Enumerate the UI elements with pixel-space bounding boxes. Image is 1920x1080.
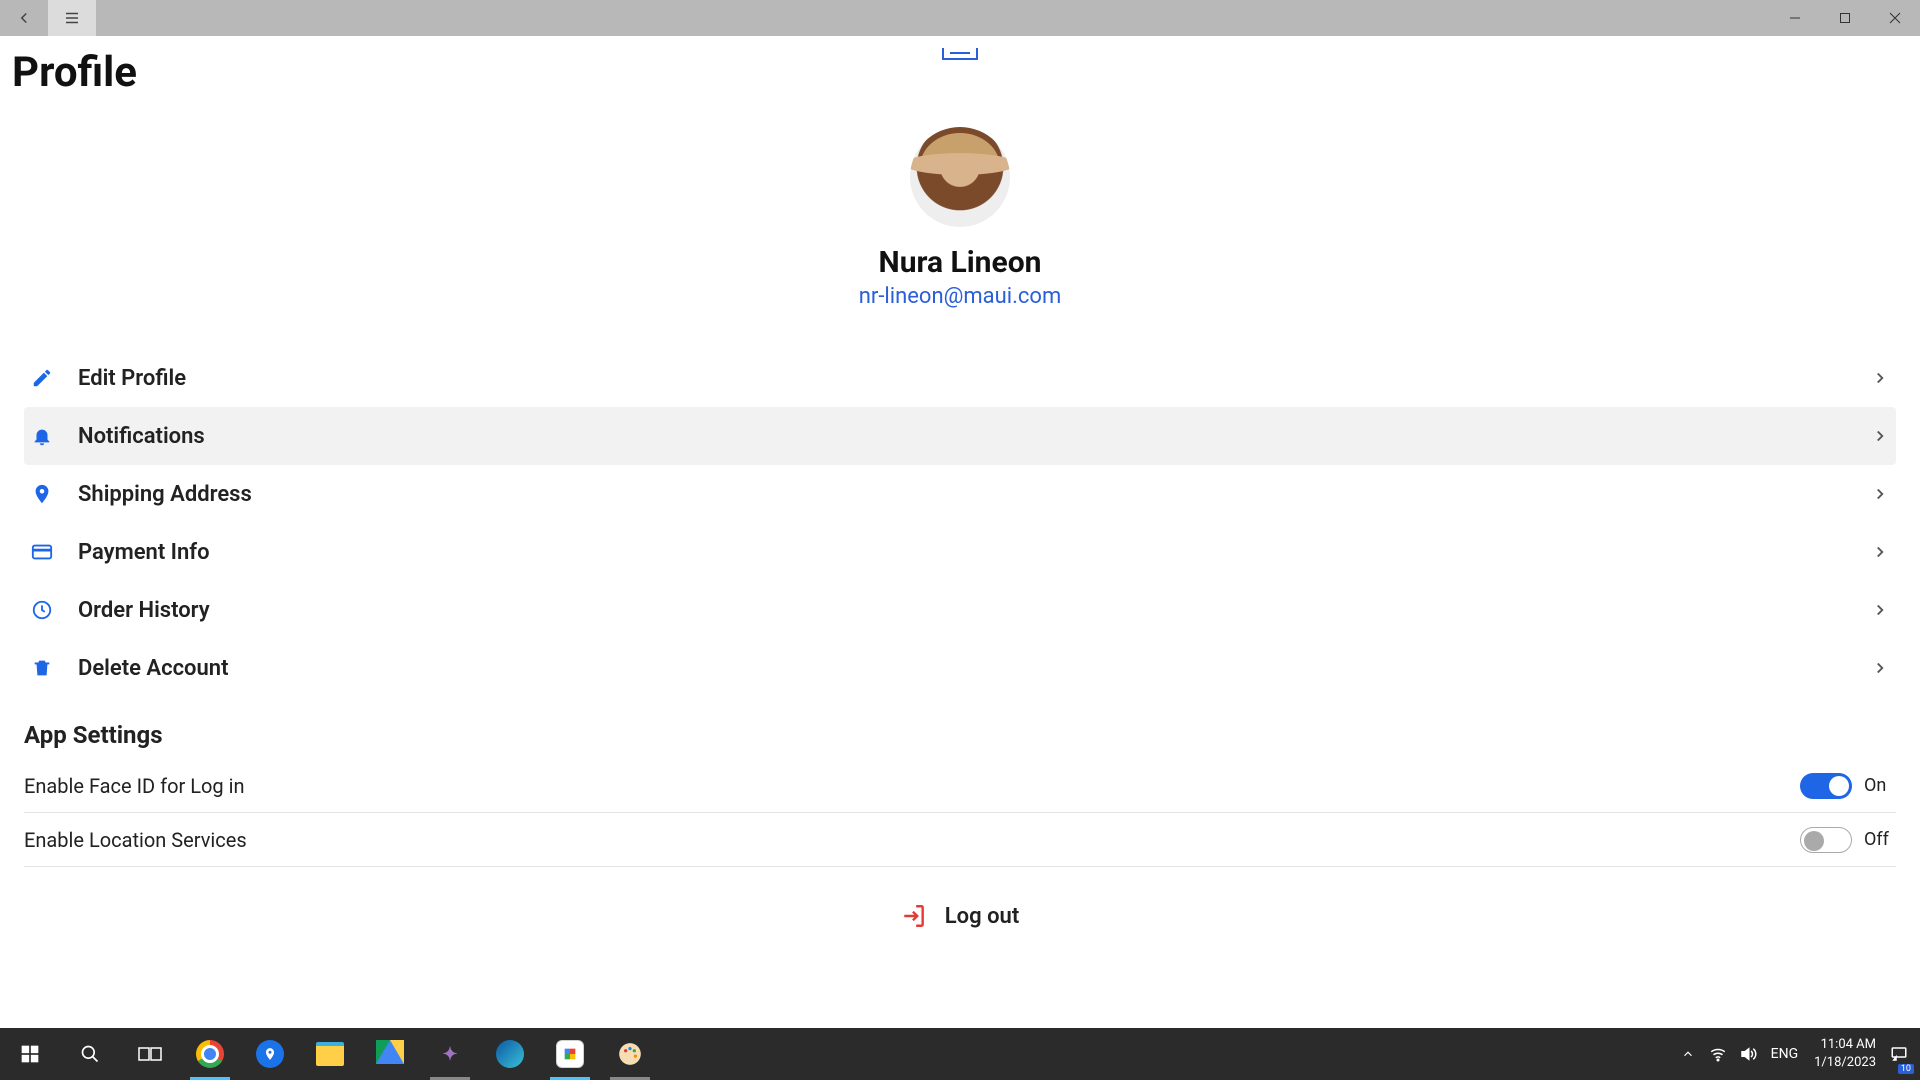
toggle-state-label: On	[1864, 775, 1896, 796]
taskbar: ✦ ENG 11:04 AM 1/18/2023 10	[0, 1028, 1920, 1080]
menu-item-delete-account[interactable]: Delete Account	[24, 639, 1896, 697]
menu-list: Edit Profile Notifications Shipping Addr…	[0, 349, 1920, 697]
taskbar-app-maps[interactable]	[240, 1028, 300, 1080]
clock-date: 1/18/2023	[1814, 1054, 1876, 1072]
action-center-button[interactable]: 10	[1884, 1028, 1914, 1080]
profile-block: Nura Lineon nr-lineon@maui.com	[0, 127, 1920, 309]
wifi-icon[interactable]	[1703, 1028, 1733, 1080]
drag-handle-icon[interactable]	[942, 48, 978, 60]
start-button[interactable]	[0, 1028, 60, 1080]
setting-location-services: Enable Location Services Off	[24, 813, 1896, 867]
tray-chevron-up-icon[interactable]	[1673, 1028, 1703, 1080]
close-button[interactable]	[1870, 0, 1920, 36]
chevron-right-icon	[1868, 366, 1892, 390]
taskbar-app-file-explorer[interactable]	[300, 1028, 360, 1080]
setting-label: Enable Face ID for Log in	[24, 774, 1800, 798]
bell-icon	[28, 422, 56, 450]
menu-item-label: Shipping Address	[78, 482, 1868, 507]
maximize-button[interactable]	[1820, 0, 1870, 36]
language-indicator[interactable]: ENG	[1763, 1046, 1806, 1062]
card-icon	[28, 538, 56, 566]
taskbar-app-visual-studio[interactable]: ✦	[420, 1028, 480, 1080]
menu-item-order-history[interactable]: Order History	[24, 581, 1896, 639]
menu-item-shipping-address[interactable]: Shipping Address	[24, 465, 1896, 523]
menu-item-payment-info[interactable]: Payment Info	[24, 523, 1896, 581]
titlebar-left	[0, 0, 96, 36]
logout-label: Log out	[945, 904, 1019, 929]
hamburger-menu-button[interactable]	[48, 0, 96, 36]
logout-button[interactable]: Log out	[0, 903, 1920, 929]
taskbar-app-chrome[interactable]	[180, 1028, 240, 1080]
chevron-right-icon	[1868, 540, 1892, 564]
taskbar-left: ✦	[0, 1028, 660, 1080]
menu-item-edit-profile[interactable]: Edit Profile	[24, 349, 1896, 407]
location-icon	[28, 480, 56, 508]
clock-icon	[28, 596, 56, 624]
chevron-right-icon	[1868, 482, 1892, 506]
back-button[interactable]	[0, 0, 48, 36]
setting-label: Enable Location Services	[24, 828, 1800, 852]
toggle-face-id[interactable]	[1800, 773, 1852, 799]
toggle-state-label: Off	[1864, 829, 1896, 850]
clock-time: 11:04 AM	[1821, 1036, 1876, 1054]
setting-face-id: Enable Face ID for Log in On	[24, 759, 1896, 813]
toggle-location-services[interactable]	[1800, 827, 1852, 853]
system-tray: ENG 11:04 AM 1/18/2023 10	[1673, 1028, 1920, 1080]
volume-icon[interactable]	[1733, 1028, 1763, 1080]
menu-item-notifications[interactable]: Notifications	[24, 407, 1896, 465]
task-view-button[interactable]	[120, 1028, 180, 1080]
chevron-right-icon	[1868, 424, 1892, 448]
menu-item-label: Delete Account	[78, 656, 1868, 681]
search-button[interactable]	[60, 1028, 120, 1080]
settings-header: App Settings	[24, 721, 1920, 749]
pencil-icon	[28, 364, 56, 392]
trash-icon	[28, 654, 56, 682]
menu-item-label: Notifications	[78, 424, 1868, 449]
chevron-right-icon	[1868, 656, 1892, 680]
page-content: Profile Nura Lineon nr-lineon@maui.com E…	[0, 48, 1920, 929]
notification-badge: 10	[1898, 1064, 1914, 1074]
menu-item-label: Payment Info	[78, 540, 1868, 565]
clock[interactable]: 11:04 AM 1/18/2023	[1806, 1036, 1884, 1072]
menu-item-label: Order History	[78, 598, 1868, 623]
window-controls	[1770, 0, 1920, 36]
settings-list: Enable Face ID for Log in On Enable Loca…	[0, 759, 1920, 867]
chevron-right-icon	[1868, 598, 1892, 622]
profile-name: Nura Lineon	[879, 245, 1042, 280]
taskbar-app-current[interactable]	[540, 1028, 600, 1080]
taskbar-app-edge[interactable]	[480, 1028, 540, 1080]
avatar[interactable]	[910, 127, 1010, 227]
menu-item-label: Edit Profile	[78, 366, 1868, 391]
window-titlebar	[0, 0, 1920, 36]
taskbar-app-paint[interactable]	[600, 1028, 660, 1080]
taskbar-app-drive[interactable]	[360, 1028, 420, 1080]
profile-email[interactable]: nr-lineon@maui.com	[859, 284, 1062, 309]
minimize-button[interactable]	[1770, 0, 1820, 36]
logout-icon	[901, 903, 927, 929]
